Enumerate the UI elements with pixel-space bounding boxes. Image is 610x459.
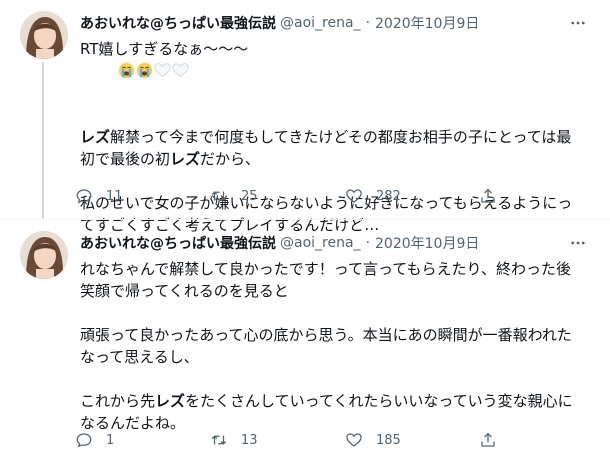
tweet-header: あおいれな@ちっぱい最強伝説 @aoi_rena_ · 2020年10月9日 (80, 12, 590, 34)
retweet-button[interactable]: 25 (209, 186, 344, 206)
text-run: 解禁って今まで何度もしてきたけどその都度お相手の子にとっては最初で最後の初 (80, 128, 572, 168)
text-run: RT嬉しすぎるなぁ〜〜〜 (80, 40, 249, 58)
retweet-button[interactable]: 13 (209, 430, 344, 450)
reply-count: 1 (106, 432, 115, 448)
tweet-paragraph: れなちゃんで解禁して良かったです！って言ってもらえたり、終わった後笑顔で帰ってく… (80, 258, 585, 302)
tweet-paragraph: RT嬉しすぎるなぁ〜〜〜 (80, 38, 585, 104)
tweet-date[interactable]: 2020年10月9日 (375, 233, 479, 253)
separator-dot: · (365, 235, 371, 251)
more-icon[interactable] (566, 232, 590, 254)
author-handle[interactable]: @aoi_rena_ (280, 235, 361, 251)
like-icon[interactable] (344, 186, 364, 206)
tweet-header: あおいれな@ちっぱい最強伝説 @aoi_rena_ · 2020年10月9日 (80, 232, 590, 254)
tweet-actions: 11 25 282 (74, 184, 514, 208)
text-run: これから先 (80, 392, 156, 410)
text-run: だから、 (200, 150, 261, 168)
retweet-count: 13 (241, 432, 258, 448)
tweet-actions: 1 13 185 (74, 428, 514, 452)
tweet[interactable]: あおいれな@ちっぱい最強伝説 @aoi_rena_ · 2020年10月9日 れ… (0, 220, 610, 459)
like-count: 185 (376, 432, 401, 448)
emoji-row (80, 62, 190, 102)
thread-connector (42, 62, 44, 220)
tweet[interactable]: あおいれな@ちっぱい最強伝説 @aoi_rena_ · 2020年10月9日 R… (0, 0, 610, 234)
loudly-crying-face-emoji (137, 62, 153, 79)
text-run: 頑張って良かったあって心の底から思う。本当にあの瞬間が一番報われたなって思えるし… (80, 326, 572, 366)
text-run: れなちゃんで解禁して良かったです！って言ってもらえたり、終わった後笑顔で帰ってく… (80, 260, 571, 300)
like-icon[interactable] (344, 430, 364, 450)
bold-run: レズ (170, 150, 201, 168)
loudly-crying-face-emoji (119, 62, 135, 79)
retweet-count: 25 (241, 188, 258, 204)
white-heart-emoji (154, 63, 171, 77)
reply-icon[interactable] (74, 186, 94, 206)
tweet-text: れなちゃんで解禁して良かったです！って言ってもらえたり、終わった後笑顔で帰ってく… (80, 258, 585, 434)
reply-count: 11 (106, 188, 123, 204)
share-button[interactable] (479, 186, 509, 206)
like-count: 282 (376, 188, 401, 204)
reply-button[interactable]: 1 (74, 430, 209, 450)
author-name[interactable]: あおいれな@ちっぱい最強伝説 (80, 13, 276, 33)
avatar[interactable] (20, 231, 68, 279)
reply-icon[interactable] (74, 430, 94, 450)
retweet-icon[interactable] (209, 186, 229, 206)
author-name[interactable]: あおいれな@ちっぱい最強伝説 (80, 233, 276, 253)
like-button[interactable]: 185 (344, 430, 479, 450)
more-icon[interactable] (566, 12, 590, 34)
separator-dot: · (365, 15, 371, 31)
share-icon[interactable] (479, 186, 497, 206)
tweet-date[interactable]: 2020年10月9日 (375, 13, 479, 33)
like-button[interactable]: 282 (344, 186, 479, 206)
share-icon[interactable] (479, 430, 497, 450)
author-handle[interactable]: @aoi_rena_ (280, 15, 361, 31)
retweet-icon[interactable] (209, 430, 229, 450)
tweet-paragraph: レズ解禁って今まで何度もしてきたけどその都度お相手の子にとっては最初で最後の初レ… (80, 126, 585, 170)
share-button[interactable] (479, 430, 509, 450)
reply-button[interactable]: 11 (74, 186, 209, 206)
avatar[interactable] (20, 11, 68, 59)
bold-run: レズ (80, 128, 111, 146)
tweet-paragraph: 頑張って良かったあって心の底から思う。本当にあの瞬間が一番報われたなって思えるし… (80, 324, 585, 368)
bold-run: レズ (155, 392, 186, 410)
white-heart-emoji (172, 63, 189, 77)
